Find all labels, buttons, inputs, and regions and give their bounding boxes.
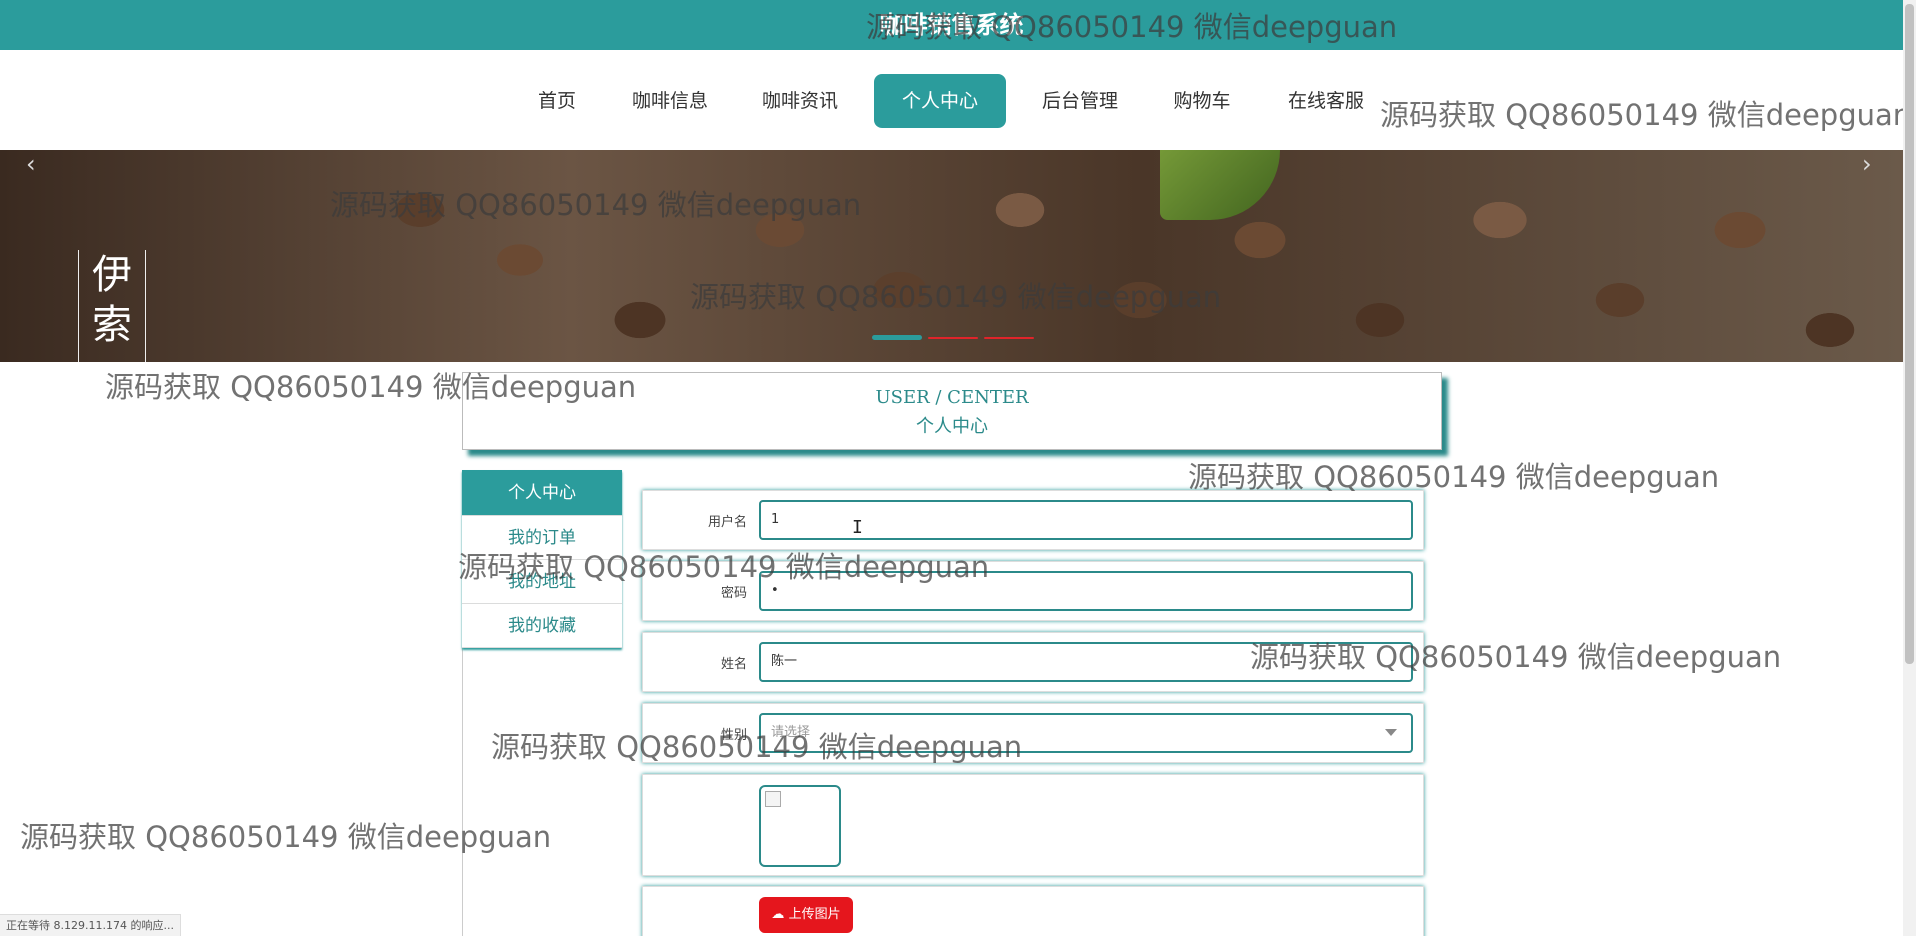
nav-admin[interactable]: 后台管理 bbox=[1030, 74, 1130, 128]
sidebar-item-addresses[interactable]: 我的地址 bbox=[462, 560, 622, 604]
panel-title-cn: 个人中心 bbox=[916, 416, 988, 437]
form-row-gender: 性别 请选择 bbox=[642, 703, 1424, 763]
nav-coffee-news[interactable]: 咖啡资讯 bbox=[750, 74, 850, 128]
name-label: 姓名 bbox=[720, 657, 747, 672]
text-cursor-icon: I bbox=[852, 517, 863, 538]
form-row-password: 密码 • bbox=[642, 561, 1424, 621]
banner-side-text: 伊索 bbox=[78, 250, 146, 362]
carousel-prev-icon[interactable]: ‹ bbox=[26, 150, 36, 178]
form-row-username: 用户名 1 bbox=[642, 490, 1424, 550]
upload-image-button[interactable]: ☁ 上传图片 bbox=[759, 897, 853, 933]
panel-title-en: USER / CENTER bbox=[875, 387, 1029, 408]
hero-carousel: 伊索 ‹ › bbox=[0, 150, 1903, 362]
gender-select[interactable]: 请选择 bbox=[759, 713, 1413, 753]
nav-online-service[interactable]: 在线客服 bbox=[1276, 74, 1376, 128]
cloud-upload-icon: ☁ bbox=[771, 907, 785, 922]
watermark: 源码获取 QQ86050149 微信deepguan bbox=[20, 820, 552, 854]
gender-label: 性别 bbox=[720, 728, 747, 743]
user-center-header: USER / CENTER 个人中心 bbox=[462, 372, 1442, 450]
password-input[interactable]: • bbox=[759, 571, 1413, 611]
page-scrollbar[interactable] bbox=[1903, 0, 1916, 936]
broken-image-icon bbox=[765, 791, 781, 807]
chevron-down-icon bbox=[1385, 729, 1397, 736]
avatar-preview[interactable] bbox=[759, 785, 841, 867]
password-label: 密码 bbox=[720, 586, 747, 601]
form-row-avatar bbox=[642, 774, 1424, 876]
name-input[interactable]: 陈一 bbox=[759, 642, 1413, 682]
sidebar-item-user-center[interactable]: 个人中心 bbox=[462, 470, 622, 516]
coffee-leaf-decoration bbox=[1160, 150, 1280, 220]
app-title-bar: 咖啡销售系统 bbox=[0, 0, 1903, 50]
form-row-upload: ☁ 上传图片 bbox=[642, 886, 1424, 936]
carousel-dot[interactable] bbox=[872, 335, 922, 340]
nav-coffee-info[interactable]: 咖啡信息 bbox=[620, 74, 720, 128]
sidebar-item-favorites[interactable]: 我的收藏 bbox=[462, 604, 622, 648]
user-sidebar: 个人中心 我的订单 我的地址 我的收藏 bbox=[462, 470, 622, 648]
sidebar-item-orders[interactable]: 我的订单 bbox=[462, 516, 622, 560]
form-row-name: 姓名 陈一 bbox=[642, 632, 1424, 692]
carousel-dot[interactable] bbox=[984, 337, 1034, 339]
app-title: 咖啡销售系统 bbox=[879, 11, 1024, 39]
nav-user-center[interactable]: 个人中心 bbox=[874, 74, 1006, 128]
gender-select-placeholder: 请选择 bbox=[771, 725, 811, 740]
main-nav: 首页 咖啡信息 咖啡资讯 个人中心 后台管理 购物车 在线客服 bbox=[0, 50, 1903, 150]
username-label: 用户名 bbox=[707, 515, 747, 530]
upload-button-label: 上传图片 bbox=[788, 907, 841, 922]
scrollbar-thumb[interactable] bbox=[1905, 4, 1914, 664]
carousel-next-icon[interactable]: › bbox=[1862, 150, 1872, 178]
browser-status-bar: 正在等待 8.129.11.174 的响应... bbox=[0, 914, 181, 936]
nav-cart[interactable]: 购物车 bbox=[1160, 74, 1244, 128]
nav-home[interactable]: 首页 bbox=[520, 74, 594, 128]
carousel-dot[interactable] bbox=[928, 337, 978, 339]
